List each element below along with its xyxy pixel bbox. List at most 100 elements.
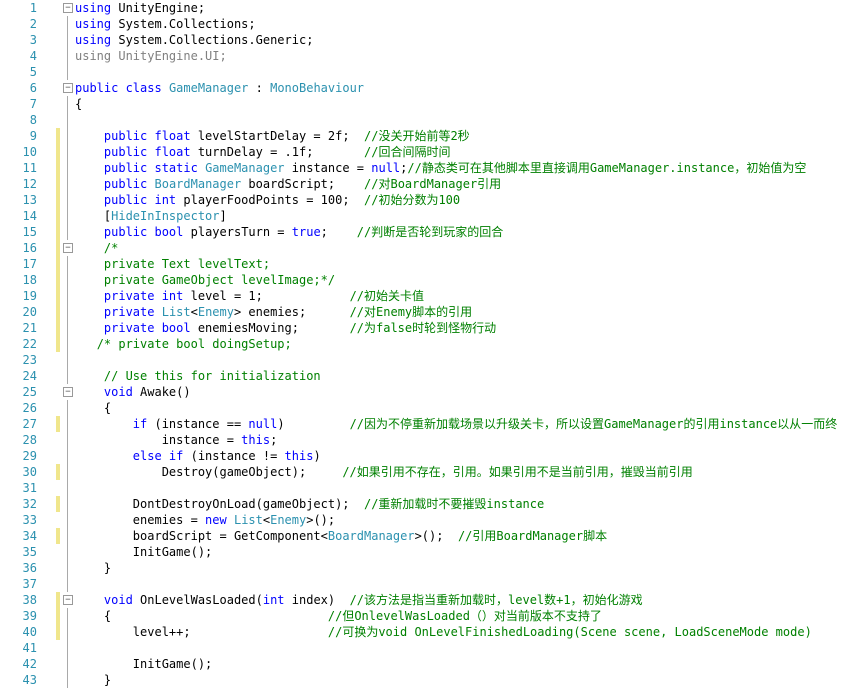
- code-line[interactable]: 16 − /*: [0, 240, 865, 256]
- code-text[interactable]: public BoardManager boardScript; //对Boar…: [75, 176, 501, 192]
- code-text[interactable]: [HideInInspector]: [75, 208, 227, 224]
- code-text[interactable]: if (instance == null) //因为不停重新加载场景以升级关卡，…: [75, 416, 838, 432]
- code-line[interactable]: 25 − void Awake(): [0, 384, 865, 400]
- code-text[interactable]: public float turnDelay = .1f; //回合间隔时间: [75, 144, 451, 160]
- line-number: 22: [22, 337, 37, 351]
- outline-guide: [67, 336, 68, 352]
- code-text[interactable]: public class GameManager : MonoBehaviour: [75, 80, 364, 96]
- code-line[interactable]: 9 public float levelStartDelay = 2f; //没…: [0, 128, 865, 144]
- code-text[interactable]: InitGame();: [75, 544, 212, 560]
- code-text[interactable]: /*: [75, 240, 118, 256]
- code-line[interactable]: 21 private bool enemiesMoving; //为false时…: [0, 320, 865, 336]
- code-line[interactable]: 12 public BoardManager boardScript; //对B…: [0, 176, 865, 192]
- code-line[interactable]: 37: [0, 576, 865, 592]
- code-text[interactable]: private List<Enemy> enemies; //对Enemy脚本的…: [75, 304, 472, 320]
- code-text[interactable]: public bool playersTurn = true; //判断是否轮到…: [75, 224, 503, 240]
- code-line[interactable]: 4 using UnityEngine.UI;: [0, 48, 865, 64]
- code-token: levelStartDelay = 2f;: [190, 129, 364, 143]
- code-text[interactable]: using UnityEngine.UI;: [75, 48, 227, 64]
- code-text[interactable]: { //但OnlevelWasLoaded（）对当前版本不支持了: [75, 608, 602, 624]
- code-line[interactable]: 24 // Use this for initialization: [0, 368, 865, 384]
- code-token: playerFoodPoints = 100;: [176, 193, 364, 207]
- code-text[interactable]: {: [75, 400, 111, 416]
- change-marker: [56, 256, 60, 272]
- code-line[interactable]: 42 InitGame();: [0, 656, 865, 672]
- code-line[interactable]: 23: [0, 352, 865, 368]
- code-line[interactable]: 31: [0, 480, 865, 496]
- code-line[interactable]: 26 {: [0, 400, 865, 416]
- code-line[interactable]: 10 public float turnDelay = .1f; //回合间隔时…: [0, 144, 865, 160]
- code-line[interactable]: 11 public static GameManager instance = …: [0, 160, 865, 176]
- collapse-icon[interactable]: −: [63, 387, 73, 397]
- code-line[interactable]: 28 instance = this;: [0, 432, 865, 448]
- code-line[interactable]: 33 enemies = new List<Enemy>();: [0, 512, 865, 528]
- code-line[interactable]: 27 if (instance == null) //因为不停重新加载场景以升级…: [0, 416, 865, 432]
- code-text[interactable]: Destroy(gameObject); //如果引用不存在，引用。如果引用不是…: [75, 464, 693, 480]
- code-line[interactable]: 18 private GameObject levelImage;*/: [0, 272, 865, 288]
- code-text[interactable]: }: [75, 560, 111, 576]
- code-line[interactable]: 14 [HideInInspector]: [0, 208, 865, 224]
- code-line[interactable]: 35 InitGame();: [0, 544, 865, 560]
- code-line[interactable]: 20 private List<Enemy> enemies; //对Enemy…: [0, 304, 865, 320]
- code-text[interactable]: /* private bool doingSetup;: [75, 336, 292, 352]
- code-line[interactable]: 32 DontDestroyOnLoad(gameObject); //重新加载…: [0, 496, 865, 512]
- code-line[interactable]: 6 − public class GameManager : MonoBehavio…: [0, 80, 865, 96]
- code-line[interactable]: 1 − using UnityEngine;: [0, 0, 865, 16]
- code-text[interactable]: using System.Collections;: [75, 16, 256, 32]
- code-text[interactable]: using System.Collections.Generic;: [75, 32, 313, 48]
- line-number: 20: [22, 305, 37, 319]
- code-token: private: [103, 305, 155, 319]
- code-text[interactable]: public static GameManager instance = nul…: [75, 160, 806, 176]
- code-text[interactable]: private GameObject levelImage;*/: [75, 272, 335, 288]
- code-line[interactable]: 7{: [0, 96, 865, 112]
- code-text[interactable]: private int level = 1; //初始关卡值: [75, 288, 424, 304]
- code-token: using: [75, 33, 112, 47]
- code-text[interactable]: level++; //可换为void OnLevelFinishedLoadin…: [75, 624, 812, 640]
- code-text[interactable]: public int playerFoodPoints = 100; //初始分…: [75, 192, 460, 208]
- code-token: /* private bool doingSetup;: [96, 337, 292, 351]
- code-line[interactable]: 43 }: [0, 672, 865, 688]
- code-text[interactable]: boardScript = GetComponent<BoardManager>…: [75, 528, 607, 544]
- code-text[interactable]: public float levelStartDelay = 2f; //没关开…: [75, 128, 470, 144]
- code-line[interactable]: 15 public bool playersTurn = true; //判断是…: [0, 224, 865, 240]
- code-text[interactable]: void OnLevelWasLoaded(int index) //该方法是指…: [75, 592, 643, 608]
- code-line[interactable]: 40 level++; //可换为void OnLevelFinishedLoa…: [0, 624, 865, 640]
- code-text[interactable]: private Text levelText;: [75, 256, 270, 272]
- code-text[interactable]: private bool enemiesMoving; //为false时轮到怪…: [75, 320, 496, 336]
- code-token: //为false时轮到怪物行动: [349, 321, 497, 335]
- code-line[interactable]: 5: [0, 64, 865, 80]
- code-line[interactable]: 13 public int playerFoodPoints = 100; //…: [0, 192, 865, 208]
- outline-guide: [67, 176, 68, 192]
- code-text[interactable]: else if (instance != this): [75, 448, 321, 464]
- code-text[interactable]: DontDestroyOnLoad(gameObject); //重新加载时不要…: [75, 496, 544, 512]
- code-text[interactable]: }: [75, 672, 111, 688]
- code-line[interactable]: 38 − void OnLevelWasLoaded(int index) //该…: [0, 592, 865, 608]
- code-text[interactable]: instance = this;: [75, 432, 278, 448]
- code-line[interactable]: 17 private Text levelText;: [0, 256, 865, 272]
- collapse-icon[interactable]: −: [63, 83, 73, 93]
- code-text[interactable]: // Use this for initialization: [75, 368, 321, 384]
- change-marker: [56, 528, 60, 544]
- code-text[interactable]: {: [75, 96, 82, 112]
- code-text[interactable]: InitGame();: [75, 656, 212, 672]
- code-text[interactable]: enemies = new List<Enemy>();: [75, 512, 335, 528]
- code-token: ;: [320, 225, 357, 239]
- code-text[interactable]: void Awake(): [75, 384, 191, 400]
- code-line[interactable]: 36 }: [0, 560, 865, 576]
- code-line[interactable]: 8: [0, 112, 865, 128]
- code-line[interactable]: 39 { //但OnlevelWasLoaded（）对当前版本不支持了: [0, 608, 865, 624]
- code-line[interactable]: 3 using System.Collections.Generic;: [0, 32, 865, 48]
- collapse-icon[interactable]: −: [63, 243, 73, 253]
- code-line[interactable]: 22 /* private bool doingSetup;: [0, 336, 865, 352]
- code-line[interactable]: 41: [0, 640, 865, 656]
- code-token: //可换为void OnLevelFinishedLoading(Scene s…: [327, 625, 812, 639]
- collapse-icon[interactable]: −: [63, 3, 73, 13]
- collapse-icon[interactable]: −: [63, 595, 73, 605]
- code-line[interactable]: 29 else if (instance != this): [0, 448, 865, 464]
- code-line[interactable]: 2 using System.Collections;: [0, 16, 865, 32]
- code-line[interactable]: 34 boardScript = GetComponent<BoardManag…: [0, 528, 865, 544]
- code-text[interactable]: using UnityEngine;: [75, 0, 205, 16]
- code-line[interactable]: 19 private int level = 1; //初始关卡值: [0, 288, 865, 304]
- code-line[interactable]: 30 Destroy(gameObject); //如果引用不存在，引用。如果引…: [0, 464, 865, 480]
- code-editor[interactable]: 1− using UnityEngine; 2 using System.Collec…: [0, 0, 865, 693]
